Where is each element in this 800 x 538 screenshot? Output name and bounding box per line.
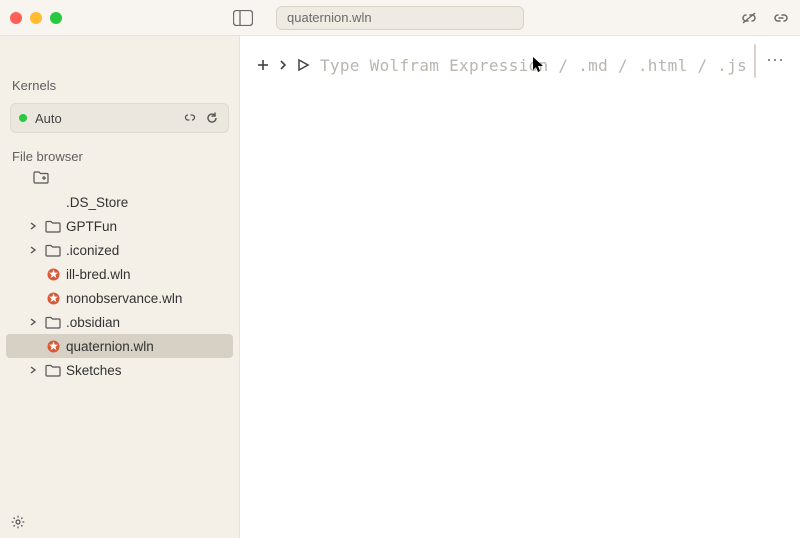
wolfram-file-icon: [44, 291, 62, 306]
close-window-button[interactable]: [10, 12, 22, 24]
wolfram-file-icon: [44, 339, 62, 354]
kernel-status-dot-icon: [19, 114, 27, 122]
cell-input-bar[interactable]: Type Wolfram Expression / .md / .html / …: [256, 50, 784, 80]
tree-item-nonobservance-wln[interactable]: nonobservance.wln: [6, 286, 233, 310]
tree-item-label: quaternion.wln: [66, 339, 154, 354]
tree-item-label: nonobservance.wln: [66, 291, 182, 306]
tree-item-label: GPTFun: [66, 219, 117, 234]
cell-bracket[interactable]: [754, 44, 756, 78]
filename-field[interactable]: quaternion.wln: [276, 6, 524, 30]
titlebar: quaternion.wln: [0, 0, 800, 36]
sidebar-footer: [0, 506, 239, 538]
folder-icon: [44, 364, 62, 377]
folder-icon: [44, 316, 62, 329]
kernels-title: Kernels: [0, 72, 239, 99]
file-browser-title: File browser: [12, 149, 83, 164]
chevron-right-icon[interactable]: [26, 221, 40, 231]
tree-item--ds-store[interactable]: .DS_Store: [6, 190, 233, 214]
sidebar: Kernels Auto File browser .DS_Store GPTFu…: [0, 36, 240, 538]
link-icon[interactable]: [772, 9, 790, 27]
window-controls: [10, 12, 62, 24]
tree-item-label: Sketches: [66, 363, 122, 378]
chevron-right-icon[interactable]: [26, 317, 40, 327]
file-browser-header: File browser: [0, 143, 239, 166]
add-cell-icon[interactable]: [256, 58, 270, 72]
folder-icon: [44, 244, 62, 257]
filename-text: quaternion.wln: [287, 10, 372, 25]
minimize-window-button[interactable]: [30, 12, 42, 24]
tree-item-quaternion-wln[interactable]: quaternion.wln: [6, 334, 233, 358]
tree-item-label: .obsidian: [66, 315, 120, 330]
unlink-icon[interactable]: [740, 9, 758, 27]
kernel-selector[interactable]: Auto: [10, 103, 229, 133]
tree-item-label: .DS_Store: [66, 195, 128, 210]
chevron-right-icon[interactable]: [26, 245, 40, 255]
titlebar-right-icons: [740, 9, 790, 27]
wolfram-file-icon: [44, 267, 62, 282]
tree-item-label: ill-bred.wln: [66, 267, 131, 282]
tree-item-gptfun[interactable]: GPTFun: [6, 214, 233, 238]
kernel-label: Auto: [35, 111, 174, 126]
folder-icon: [44, 220, 62, 233]
chevron-right-icon[interactable]: [26, 365, 40, 375]
tree-item--obsidian[interactable]: .obsidian: [6, 310, 233, 334]
chevron-right-icon[interactable]: [278, 58, 288, 72]
main: Kernels Auto File browser .DS_Store GPTFu…: [0, 36, 800, 538]
cell-placeholder: Type Wolfram Expression / .md / .html / …: [320, 56, 747, 75]
fullscreen-window-button[interactable]: [50, 12, 62, 24]
cell-toolbar: [256, 58, 310, 72]
file-tree: .DS_Store GPTFun .iconized ill-bred.wln nono…: [0, 188, 239, 388]
settings-icon[interactable]: [10, 514, 26, 530]
tree-item-label: .iconized: [66, 243, 119, 258]
kernel-restart-icon[interactable]: [204, 110, 220, 126]
sidebar-toggle-button[interactable]: [232, 9, 254, 27]
tree-item-sketches[interactable]: Sketches: [6, 358, 233, 382]
kernel-actions: [182, 110, 220, 126]
new-folder-icon: [32, 170, 50, 184]
kernel-link-icon[interactable]: [182, 110, 198, 126]
tree-item-ill-bred-wln[interactable]: ill-bred.wln: [6, 262, 233, 286]
new-folder-button[interactable]: [0, 166, 239, 188]
run-cell-icon[interactable]: [296, 58, 310, 72]
cell-more-icon[interactable]: ⋯: [766, 50, 786, 71]
editor-pane: Type Wolfram Expression / .md / .html / …: [240, 36, 800, 538]
tree-item--iconized[interactable]: .iconized: [6, 238, 233, 262]
